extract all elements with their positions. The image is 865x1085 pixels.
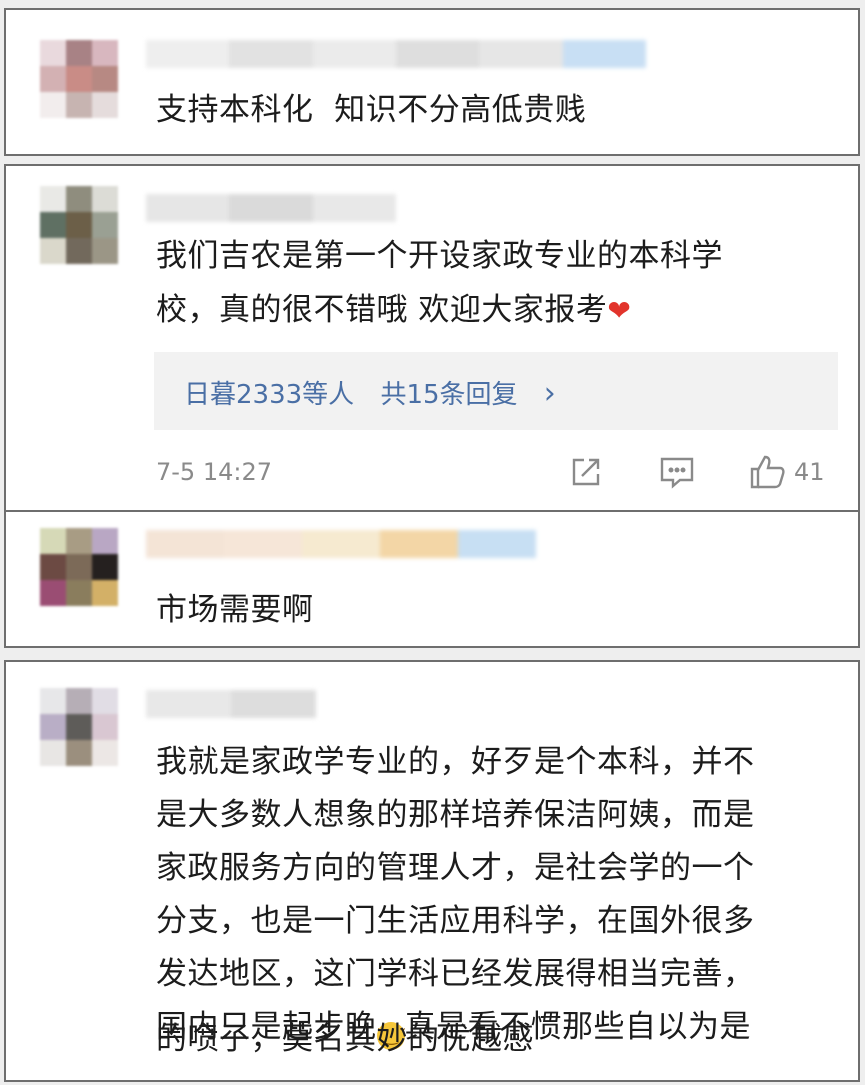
username-blurred[interactable] xyxy=(146,194,396,222)
like-button[interactable]: 41 xyxy=(748,452,825,492)
comment-text: 支持本科化 知识不分高低贵贱 xyxy=(156,92,587,128)
avatar[interactable] xyxy=(40,528,118,606)
username-blurred[interactable] xyxy=(146,690,316,718)
share-icon xyxy=(572,458,600,486)
reply-count: 共15条回复 xyxy=(380,380,518,410)
comment-button[interactable] xyxy=(658,452,696,492)
like-icon xyxy=(750,455,785,489)
comment-icon xyxy=(660,457,694,489)
reply-users: 日暮2333等人 xyxy=(184,380,355,410)
avatar[interactable] xyxy=(40,186,118,264)
comment-text-line-2: 校，真的很不错哦 欢迎大家报考❤ xyxy=(156,284,631,337)
comment-line-2: 是大多数人想象的那样培养保洁阿姨，而是 xyxy=(156,797,755,833)
replies-preview[interactable]: 日暮2333等人 共15条回复 › xyxy=(154,352,838,430)
comment-line-5: 发达地区，这门学科已经发展得相当完善， xyxy=(156,956,755,992)
avatar[interactable] xyxy=(40,40,118,118)
divider xyxy=(6,510,858,512)
chevron-right-icon: › xyxy=(543,376,556,411)
view-replies-link[interactable]: 日暮2333等人 共15条回复 › xyxy=(184,374,556,411)
comment-line-4: 分支，也是一门生活应用科学，在国外很多 xyxy=(156,903,755,939)
avatar[interactable] xyxy=(40,688,118,766)
like-count: 41 xyxy=(794,458,825,486)
timestamp: 7-5 14:27 xyxy=(156,458,272,486)
username-blurred[interactable] xyxy=(146,530,536,558)
comment-text: 市场需要啊 xyxy=(156,592,314,628)
comment-line-3: 家政服务方向的管理人才，是社会学的一个 xyxy=(156,850,755,886)
comment-text: 校，真的很不错哦 欢迎大家报考 xyxy=(156,292,608,328)
heart-icon: ❤ xyxy=(607,294,632,327)
comment-card-3: 我就是家政学专业的，好歹是个本科，并不 是大多数人想象的那样培养保洁阿姨，而是 … xyxy=(4,660,860,1082)
username-blurred[interactable] xyxy=(146,40,646,68)
share-button[interactable] xyxy=(568,452,604,492)
comment-card-1: 支持本科化 知识不分高低贵贱 xyxy=(4,8,860,156)
comment-line-7: 的喷子，莫名其妙的优越感 xyxy=(156,1021,534,1057)
comment-text-line-1: 我们吉农是第一个开设家政专业的本科学 xyxy=(156,238,723,274)
comment-card-2: 我们吉农是第一个开设家政专业的本科学 校，真的很不错哦 欢迎大家报考❤ 日暮23… xyxy=(4,164,860,648)
comment-line-1: 我就是家政学专业的，好歹是个本科，并不 xyxy=(156,744,755,780)
